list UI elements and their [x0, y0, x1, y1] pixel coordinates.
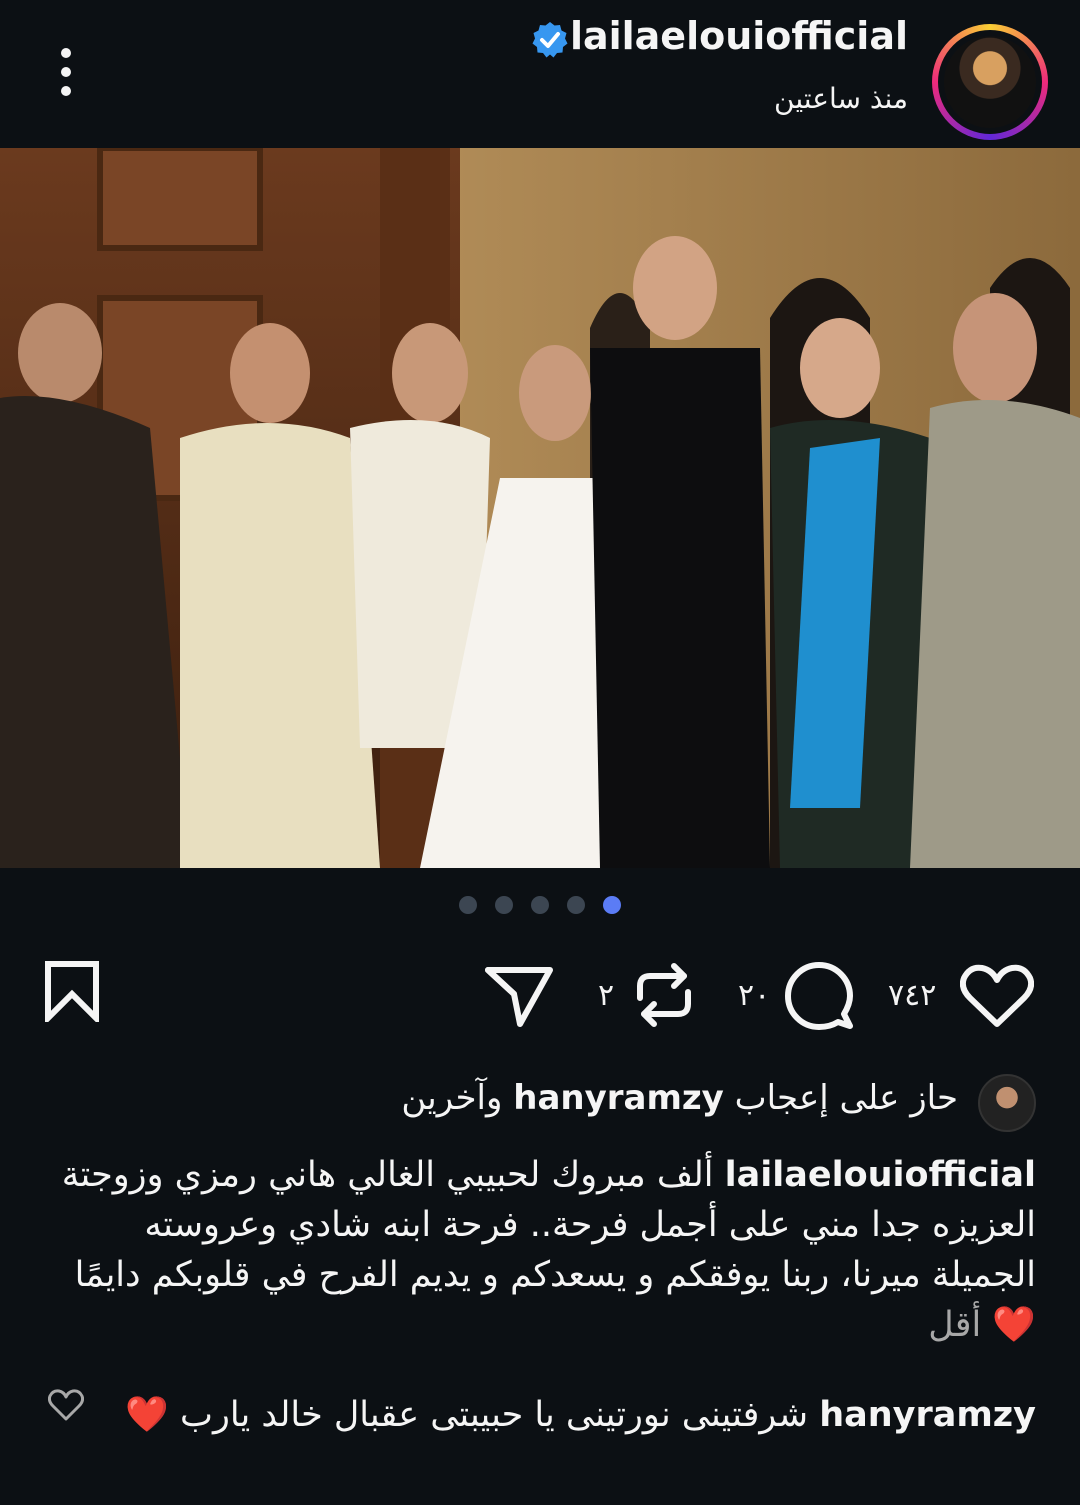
like-count: ٧٤٢ [888, 978, 937, 1013]
post-caption: lailaelouiofficial ألف مبروك لحبيبي الغا… [36, 1150, 1036, 1350]
carousel-dot [495, 896, 513, 914]
liker-avatar[interactable] [978, 1074, 1036, 1132]
liked-by-suffix: وآخرين [401, 1078, 503, 1118]
caption-username[interactable]: lailaelouiofficial [725, 1155, 1036, 1195]
more-options-icon[interactable] [50, 42, 82, 102]
liked-by-user[interactable]: hanyramzy [513, 1078, 724, 1118]
carousel-dot-active [603, 896, 621, 914]
caption-heart-emoji: ❤️ [992, 1305, 1036, 1345]
comment-count: ٢٠ [738, 978, 771, 1013]
liked-by-prefix: حاز على إعجاب [734, 1078, 958, 1118]
wedding-photo-illustration [0, 148, 1080, 868]
verified-badge-icon [532, 22, 568, 58]
post-time: منذ ساعتين [774, 82, 908, 115]
action-bar: ٢ ٢٠ ٧٤٢ [0, 950, 1080, 1040]
share-icon[interactable] [484, 964, 554, 1028]
caption-less-link[interactable]: أقل [928, 1305, 981, 1345]
profile-avatar[interactable] [932, 24, 1048, 140]
comment-icon[interactable] [784, 962, 854, 1032]
post-username[interactable]: lailaelouiofficial [570, 14, 908, 58]
comment-like-icon[interactable] [48, 1388, 84, 1422]
repost-count: ٢ [598, 978, 615, 1013]
comment-heart-emoji: ❤️ [125, 1395, 169, 1435]
comment-text: شرفتينى نورتينى يا حبيبتى عقبال خالد يار… [180, 1395, 809, 1435]
post-photo[interactable] [0, 148, 1080, 868]
comment-username[interactable]: hanyramzy [819, 1395, 1036, 1435]
repost-icon[interactable] [632, 960, 696, 1030]
carousel-dot [531, 896, 549, 914]
post-header: lailaelouiofficial منذ ساعتين [0, 0, 1080, 148]
carousel-indicator [0, 896, 1080, 916]
heart-icon[interactable] [960, 964, 1034, 1028]
carousel-dot [567, 896, 585, 914]
comment-item: hanyramzy شرفتينى نورتينى يا حبيبتى عقبا… [116, 1390, 1036, 1440]
liked-by-text: حاز على إعجاب hanyramzy وآخرين [401, 1078, 958, 1118]
bookmark-icon[interactable] [44, 960, 100, 1022]
carousel-dot [459, 896, 477, 914]
liked-by-row[interactable]: حاز على إعجاب hanyramzy وآخرين [36, 1072, 1036, 1132]
